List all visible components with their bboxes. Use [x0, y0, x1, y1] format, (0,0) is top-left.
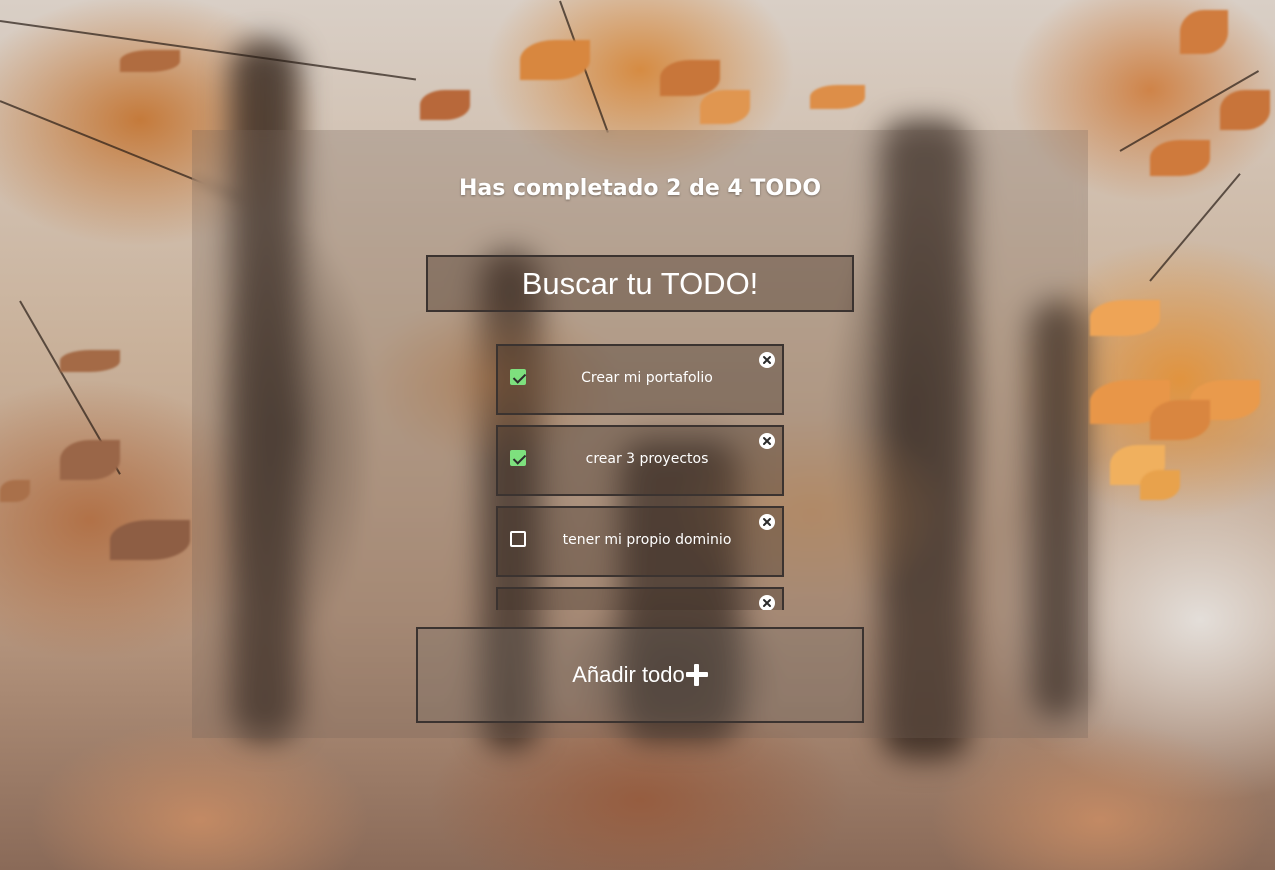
leaf — [60, 350, 120, 372]
todo-list[interactable]: Crear mi portafolio crear 3 proyectos te… — [496, 344, 784, 610]
leaf — [1220, 90, 1270, 130]
leaf — [1150, 400, 1210, 440]
leaf — [1140, 470, 1180, 500]
todo-item: crear 3 proyectos — [496, 425, 784, 496]
leaf — [60, 440, 120, 480]
leaf — [660, 60, 720, 96]
todo-item: Crear mi portafolio — [496, 344, 784, 415]
branch — [0, 20, 417, 81]
close-circle-icon[interactable] — [759, 433, 775, 449]
todo-item-text: tener mi propio dominio — [562, 532, 732, 548]
checkbox-icon[interactable] — [510, 450, 526, 466]
todo-counter: Has completado 2 de 4 TODO — [458, 176, 822, 201]
leaf — [1180, 10, 1228, 54]
todo-item-text: Crear mi portafolio — [581, 370, 713, 386]
leaf — [1150, 140, 1210, 176]
plus-icon — [685, 664, 708, 686]
checkbox-icon[interactable] — [510, 369, 526, 385]
todo-item — [496, 587, 784, 610]
close-circle-icon[interactable] — [759, 514, 775, 530]
todo-item: tener mi propio dominio — [496, 506, 784, 577]
leaf — [700, 90, 750, 124]
search-input[interactable] — [426, 255, 854, 312]
add-todo-label: Añadir todo — [572, 662, 685, 687]
leaf — [0, 480, 30, 502]
add-todo-button[interactable]: Añadir todo — [416, 627, 864, 723]
branch — [1149, 173, 1241, 282]
leaf — [120, 50, 180, 72]
close-circle-icon[interactable] — [759, 352, 775, 368]
leaf — [420, 90, 470, 120]
leaf — [810, 85, 865, 109]
leaf — [110, 520, 190, 560]
close-circle-icon[interactable] — [759, 595, 775, 610]
leaf — [1090, 300, 1160, 336]
todo-item-text: crear 3 proyectos — [585, 451, 709, 467]
checkbox-icon[interactable] — [510, 531, 526, 547]
leaf — [520, 40, 590, 80]
